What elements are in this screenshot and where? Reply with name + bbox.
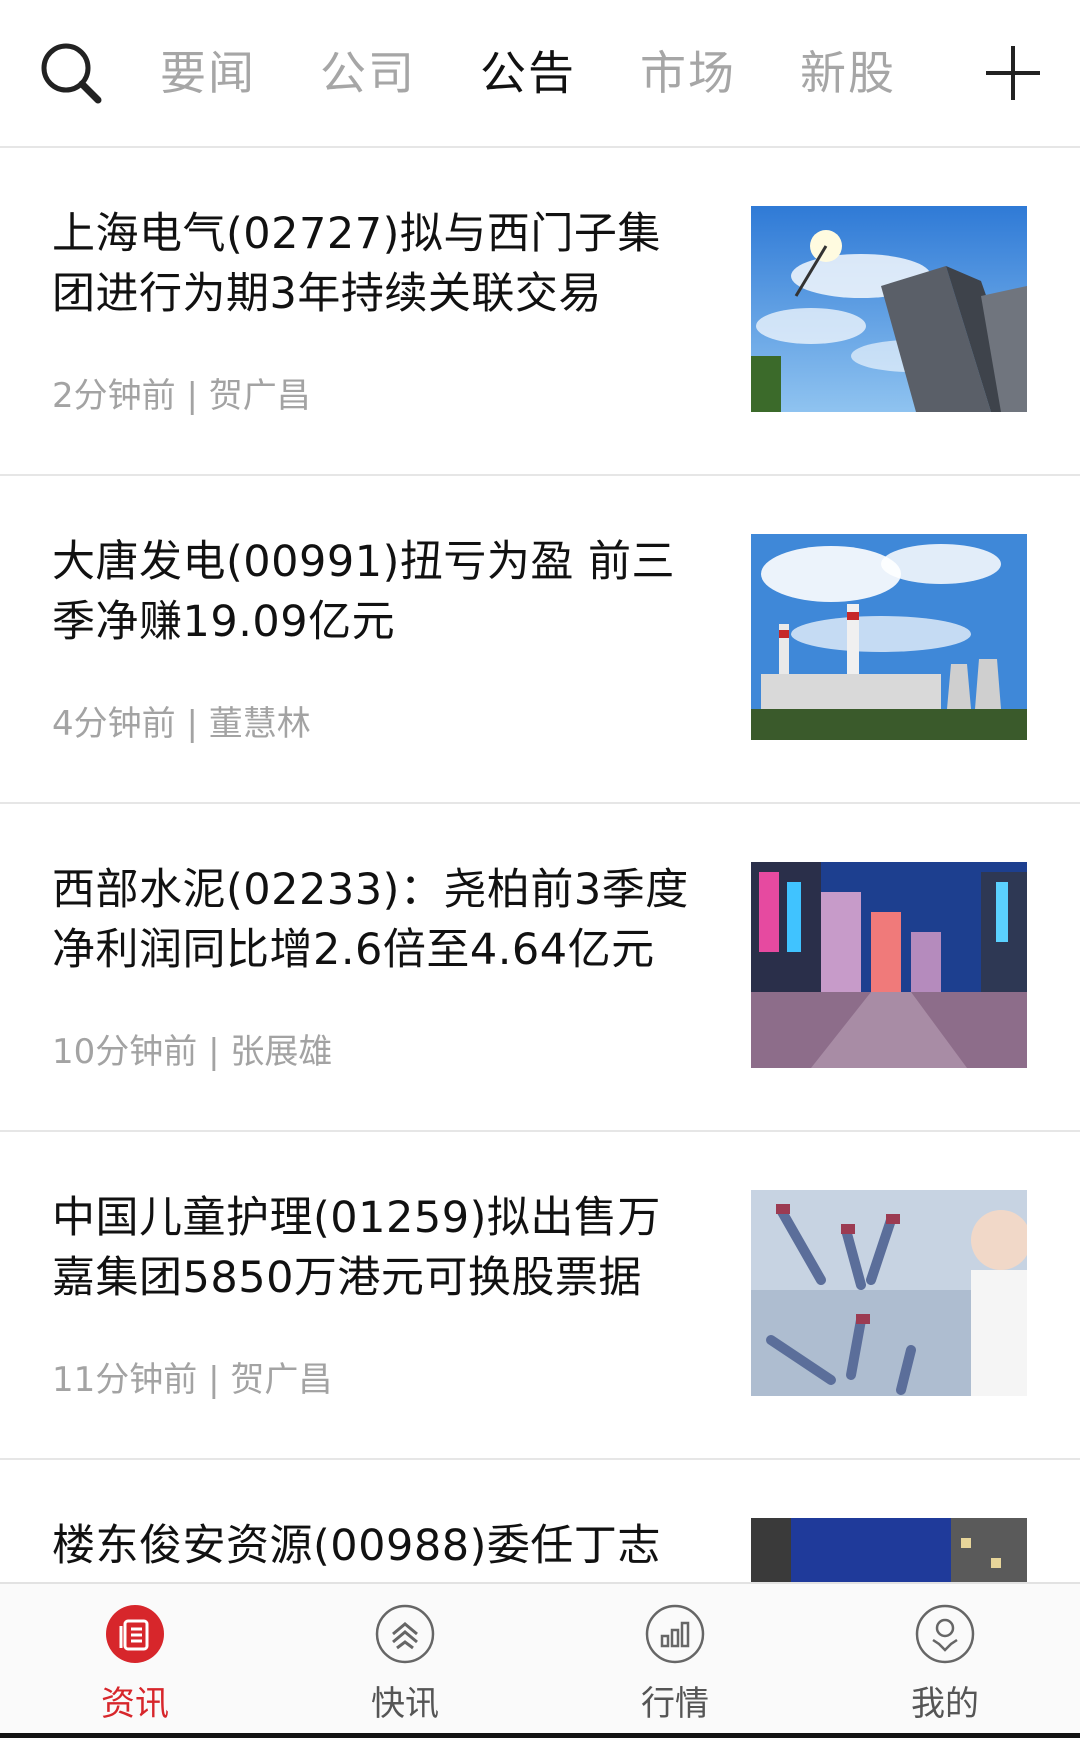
news-title: 楼东俊安资源(00988)委任丁志 [52, 1521, 661, 1571]
market-chart-icon [645, 1604, 705, 1664]
nav-news[interactable]: 资讯 [0, 1584, 270, 1740]
news-thumbnail [751, 1518, 1027, 1582]
news-item[interactable]: 中国儿童护理(01259)拟出售万嘉集团5850万港元可换股票据 11分钟前 |… [0, 1132, 1080, 1460]
news-feed: 上海电气(02727)拟与西门子集团进行为期3年持续关联交易 2分钟前 | 贺广… [0, 148, 1080, 1582]
news-meta: 11分钟前 | 贺广昌 [52, 1360, 333, 1400]
news-item[interactable]: 上海电气(02727)拟与西门子集团进行为期3年持续关联交易 2分钟前 | 贺广… [0, 148, 1080, 476]
bottom-nav: 资讯 快讯 行情 我的 [0, 1582, 1080, 1740]
tab-headlines[interactable]: 要闻 [160, 50, 256, 96]
top-tab-bar: 要闻 公司 公告 市场 新股 [0, 0, 1080, 148]
news-thumbnail [751, 1190, 1027, 1396]
tab-announcements[interactable]: 公告 [480, 50, 576, 96]
plus-icon[interactable] [982, 42, 1044, 104]
news-meta: 4分钟前 | 董慧林 [52, 704, 311, 744]
nav-label: 资讯 [101, 1684, 169, 1724]
nav-label: 我的 [911, 1684, 979, 1724]
nav-profile[interactable]: 我的 [810, 1584, 1080, 1740]
channel-tabs: 要闻 公司 公告 市场 新股 [160, 0, 960, 146]
news-title: 大唐发电(00991)扭亏为盈 前三季净赚19.09亿元 [52, 537, 676, 647]
news-meta: 2分钟前 | 贺广昌 [52, 376, 311, 416]
search-icon[interactable] [38, 40, 108, 110]
nav-market[interactable]: 行情 [540, 1584, 810, 1740]
news-item[interactable]: 楼东俊安资源(00988)委任丁志 [0, 1460, 1080, 1582]
flash-news-icon [375, 1604, 435, 1664]
news-item[interactable]: 大唐发电(00991)扭亏为盈 前三季净赚19.09亿元 4分钟前 | 董慧林 [0, 476, 1080, 804]
news-title: 上海电气(02727)拟与西门子集团进行为期3年持续关联交易 [52, 209, 661, 319]
news-title: 中国儿童护理(01259)拟出售万嘉集团5850万港元可换股票据 [52, 1193, 661, 1303]
tab-new-stocks[interactable]: 新股 [800, 50, 896, 96]
nav-label: 行情 [641, 1684, 709, 1724]
nav-flash[interactable]: 快讯 [270, 1584, 540, 1740]
news-icon [105, 1604, 165, 1664]
nav-label: 快讯 [371, 1684, 439, 1724]
news-title: 西部水泥(02233)：尧柏前3季度净利润同比增2.6倍至4.64亿元 [52, 865, 689, 975]
profile-icon [915, 1604, 975, 1664]
tab-market[interactable]: 市场 [640, 50, 736, 96]
news-thumbnail [751, 534, 1027, 740]
news-thumbnail [751, 206, 1027, 412]
tab-company[interactable]: 公司 [320, 50, 416, 96]
news-item[interactable]: 西部水泥(02233)：尧柏前3季度净利润同比增2.6倍至4.64亿元 10分钟… [0, 804, 1080, 1132]
news-thumbnail [751, 862, 1027, 1068]
news-meta: 10分钟前 | 张展雄 [52, 1032, 333, 1072]
screen-bottom-edge [0, 1733, 1080, 1738]
